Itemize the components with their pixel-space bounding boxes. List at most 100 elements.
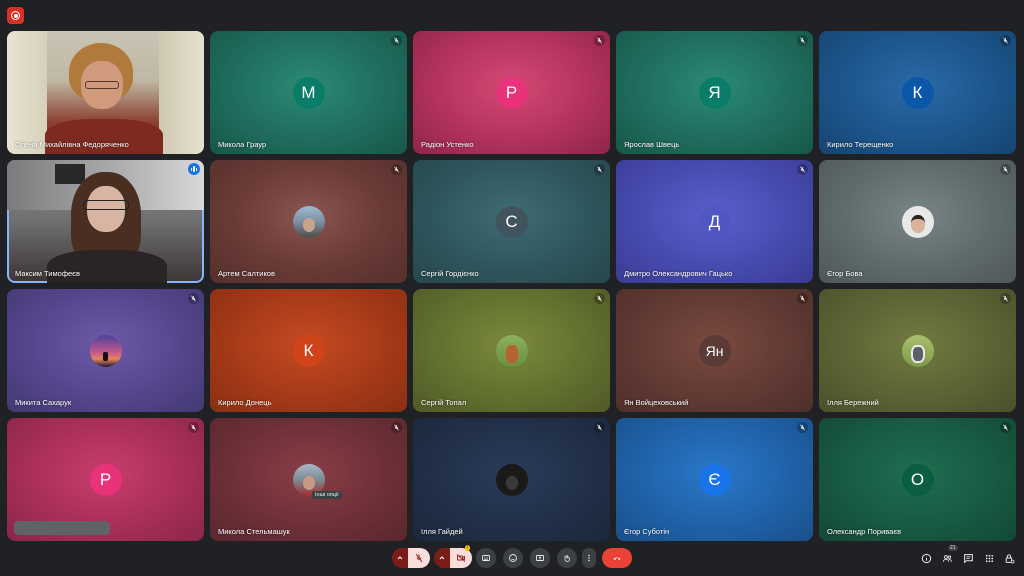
participant-name: Кирило Донець <box>218 398 272 407</box>
participant-name: Дмитро Олександрович Гацько <box>624 269 733 278</box>
camera-warning-badge: ! <box>465 545 471 551</box>
mic-off-icon <box>797 293 808 304</box>
participant-name: Микола Граур <box>218 140 267 149</box>
participant-tile[interactable]: К Кирило Терещенко <box>819 31 1016 154</box>
mic-off-icon <box>188 422 199 433</box>
participant-tile[interactable]: Р <box>7 418 204 541</box>
meeting-controls: ! 21 <box>0 545 1024 570</box>
avatar: Р <box>495 76 528 109</box>
avatar: М <box>292 76 325 109</box>
participant-tile[interactable]: Є Єгор Суботін <box>616 418 813 541</box>
participant-tile[interactable]: Сергій Топал <box>413 289 610 412</box>
avatar: К <box>901 76 934 109</box>
participant-tile[interactable]: Р Радіон Устенко <box>413 31 610 154</box>
end-call-button[interactable] <box>602 548 632 568</box>
avatar: Д <box>698 205 731 238</box>
participant-name: Ян Войцеховський <box>624 398 689 407</box>
participant-tile[interactable]: К Кирило Донець <box>210 289 407 412</box>
participant-name: Сергій Гордієнко <box>421 269 479 278</box>
call-end-icon <box>613 557 621 560</box>
avatar: Р <box>89 463 122 496</box>
participant-tile[interactable]: Олена Михайлівна Федоряченко <box>7 31 204 154</box>
captions-button[interactable] <box>476 548 496 568</box>
host-controls-button[interactable] <box>1002 551 1016 565</box>
participant-tile[interactable]: М Микола Граур <box>210 31 407 154</box>
participant-tile[interactable]: Ілля Гайдей <box>413 418 610 541</box>
mic-off-icon <box>797 35 808 46</box>
meeting-details-button[interactable] <box>919 551 933 565</box>
mic-off-icon <box>391 422 402 433</box>
participant-grid: Олена Михайлівна Федоряченко М Микола Гр… <box>7 31 1017 542</box>
raise-hand-icon <box>564 555 570 562</box>
participant-tile[interactable]: Я Ярослав Швець <box>616 31 813 154</box>
more-options-tooltip: Інші опції <box>312 491 342 499</box>
participant-tile[interactable]: Інші опції Микола Стельмашук <box>210 418 407 541</box>
participant-tile[interactable]: Єгор Бова <box>819 160 1016 283</box>
mic-off-icon <box>797 422 808 433</box>
apps-icon <box>985 554 993 562</box>
present-button[interactable] <box>530 548 550 568</box>
participant-name: Артем Салтиков <box>218 269 275 278</box>
people-button[interactable] <box>940 551 954 565</box>
more-options-button[interactable] <box>582 548 596 568</box>
participant-tile[interactable]: Д Дмитро Олександрович Гацько <box>616 160 813 283</box>
participant-tile[interactable]: С Сергій Гордієнко <box>413 160 610 283</box>
mic-off-icon <box>594 422 605 433</box>
avatar <box>901 334 934 367</box>
camera-off-icon <box>456 554 466 562</box>
avatar: Є <box>698 463 731 496</box>
activities-button[interactable] <box>982 551 996 565</box>
host-controls-icon <box>1005 553 1014 563</box>
chat-button[interactable] <box>961 551 975 565</box>
present-icon <box>536 555 544 561</box>
mic-off-icon <box>188 293 199 304</box>
speaking-indicator-icon <box>188 163 200 175</box>
participant-name: Микола Стельмашук <box>218 527 290 536</box>
avatar: К <box>292 334 325 367</box>
mic-off-icon <box>1000 35 1011 46</box>
participant-name: Ярослав Швець <box>624 140 680 149</box>
mic-off-icon <box>594 293 605 304</box>
participant-name: Єгор Суботін <box>624 527 670 536</box>
mic-off-icon <box>415 553 423 563</box>
participant-name: Олександр Пориваєв <box>827 527 902 536</box>
participant-name: Ілля Гайдей <box>421 527 463 536</box>
participant-tile[interactable]: Микита Сахарук <box>7 289 204 412</box>
people-icon <box>942 554 952 562</box>
people-count-badge: 21 <box>948 545 958 551</box>
video-feed <box>7 160 204 283</box>
participant-name: Радіон Устенко <box>421 140 474 149</box>
avatar <box>292 205 325 238</box>
more-vert-icon <box>588 554 590 562</box>
participant-tile[interactable]: Артем Салтиков <box>210 160 407 283</box>
participant-name: Олена Михайлівна Федоряченко <box>15 140 129 149</box>
mic-toggle-button[interactable] <box>408 548 430 568</box>
participant-name: Єгор Бова <box>827 269 863 278</box>
participant-tile[interactable]: Ілля Бережний <box>819 289 1016 412</box>
avatar: Ян <box>698 334 731 367</box>
participant-tile[interactable]: Ян Ян Войцеховський <box>616 289 813 412</box>
avatar <box>89 334 122 367</box>
raise-hand-button[interactable] <box>557 548 577 568</box>
video-feed <box>7 31 204 154</box>
recording-icon[interactable] <box>7 7 24 24</box>
captions-icon <box>482 555 490 561</box>
camera-toggle-button[interactable] <box>450 548 472 568</box>
mic-off-icon <box>391 35 402 46</box>
mic-options-button[interactable] <box>392 548 408 568</box>
avatar <box>495 334 528 367</box>
participant-name: Кирило Терещенко <box>827 140 894 149</box>
chat-icon <box>963 553 973 564</box>
emoji-button[interactable] <box>503 548 523 568</box>
emoji-icon <box>509 554 517 562</box>
participant-tile[interactable]: Максим Тимофеєв <box>7 160 204 283</box>
redacted-name <box>14 521 110 535</box>
mic-off-icon <box>1000 164 1011 175</box>
participant-name: Максим Тимофеєв <box>15 269 80 278</box>
mic-off-icon <box>391 164 402 175</box>
participant-tile[interactable]: О Олександр Пориваєв <box>819 418 1016 541</box>
mic-off-icon <box>1000 422 1011 433</box>
participant-name: Сергій Топал <box>421 398 467 407</box>
mic-off-icon <box>594 35 605 46</box>
camera-options-button[interactable] <box>434 548 450 568</box>
